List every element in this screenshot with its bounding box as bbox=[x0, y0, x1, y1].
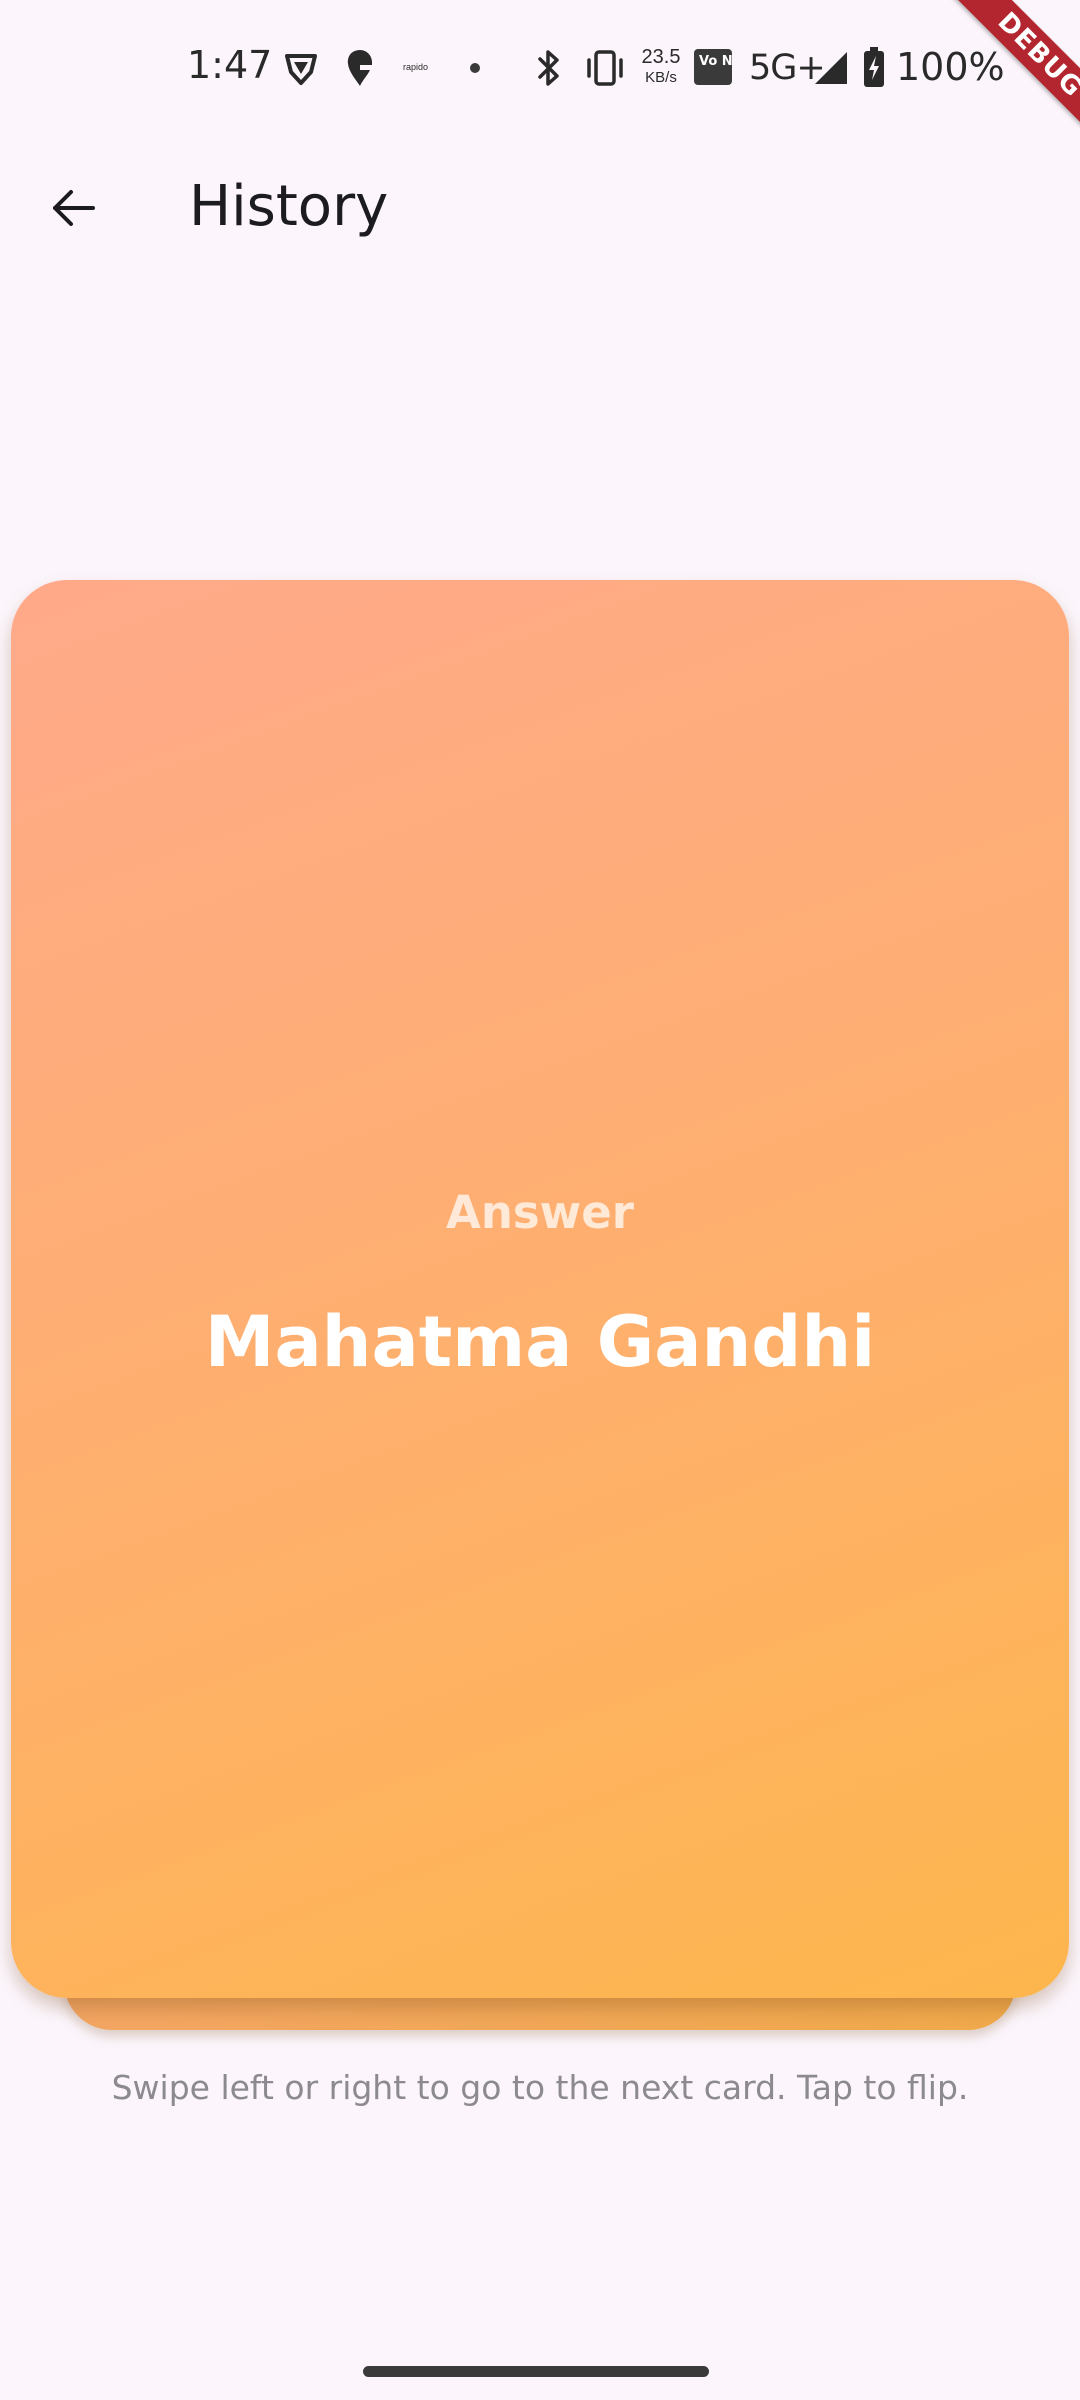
dot-icon bbox=[470, 63, 480, 73]
svg-text:Vo NR: Vo NR bbox=[699, 54, 733, 69]
status-time: 1:47 bbox=[187, 43, 273, 87]
bluetooth-icon bbox=[538, 50, 559, 86]
battery-percentage: 100% bbox=[896, 45, 1005, 89]
card-answer-text: Mahatma Gandhi bbox=[204, 1301, 876, 1383]
card-side-label: Answer bbox=[446, 1186, 634, 1239]
arrow-back-icon bbox=[53, 190, 95, 226]
gesture-navigation-bar[interactable] bbox=[363, 2366, 709, 2377]
battery-charging-icon bbox=[864, 47, 884, 87]
swiggy-icon bbox=[347, 50, 373, 86]
network-speed-unit: KB/s bbox=[645, 69, 677, 86]
brave-browser-icon bbox=[285, 54, 317, 85]
flashcard[interactable] bbox=[11, 580, 1069, 1998]
signal-icon bbox=[815, 52, 847, 84]
page-title: History bbox=[189, 174, 389, 239]
vibrate-icon bbox=[587, 50, 623, 86]
status-bar: 1:47 rapido 23.5 KB/s Vo NR 5G+ 100% bbox=[0, 0, 1080, 135]
network-speed-value: 23.5 bbox=[641, 46, 681, 68]
vonr-icon: Vo NR bbox=[694, 49, 733, 85]
back-button[interactable] bbox=[33, 168, 113, 248]
swipe-hint: Swipe left or right to go to the next ca… bbox=[111, 2068, 969, 2107]
rapido-label: rapido bbox=[403, 62, 429, 72]
